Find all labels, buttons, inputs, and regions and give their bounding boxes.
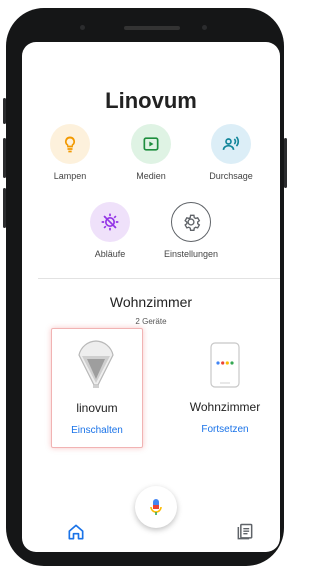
gear-icon [171,202,211,242]
fortsetzen-link[interactable]: Fortsetzen [180,424,270,435]
speaker-grille [124,26,180,30]
media-play-icon [131,124,171,164]
phone-side-button [3,188,6,228]
action-durchsage[interactable]: Durchsage [196,124,266,181]
device-name: Wohnzimmer [189,400,261,414]
action-label: Durchsage [209,171,253,181]
bottom-navigation [22,514,280,552]
phone-side-button [3,138,6,178]
room-name: Wohnzimmer [109,294,193,310]
action-label: Medien [136,171,166,181]
phone-side-button [284,138,287,188]
feed-icon [237,523,253,540]
device-card-linovum[interactable]: linovum Einschalten [51,328,143,448]
device-card-wohnzimmer[interactable]: Wohnzimmer Fortsetzen [180,328,270,446]
action-label: Einstellungen [163,249,219,259]
broadcast-icon [211,124,251,164]
action-einstellungen[interactable]: Einstellungen [156,202,226,259]
lamp-device-icon [78,340,114,388]
action-label: Abläufe [94,249,126,259]
smart-display-icon [210,342,240,388]
device-name: linovum [76,401,118,415]
device-count: 2 Geräte [135,317,167,326]
action-medien[interactable]: Medien [116,124,186,181]
routines-icon [90,202,130,242]
camera-dot [80,25,85,30]
phone-frame: Linovum Lampen Medien Durchsage Abläufe … [3,8,287,566]
einschalten-link[interactable]: Einschalten [52,425,142,436]
action-ablaeufe[interactable]: Abläufe [75,202,145,259]
app-screen: Linovum Lampen Medien Durchsage Abläufe … [22,42,280,552]
app-title: Linovum [105,88,197,113]
sensor-dot [202,25,207,30]
lamp-icon [50,124,90,164]
home-icon [68,524,84,540]
action-lampen[interactable]: Lampen [35,124,105,181]
action-label: Lampen [53,171,87,181]
nav-home[interactable] [66,522,86,542]
section-divider [38,278,280,279]
nav-feed[interactable] [235,522,255,542]
phone-side-button [3,98,6,124]
